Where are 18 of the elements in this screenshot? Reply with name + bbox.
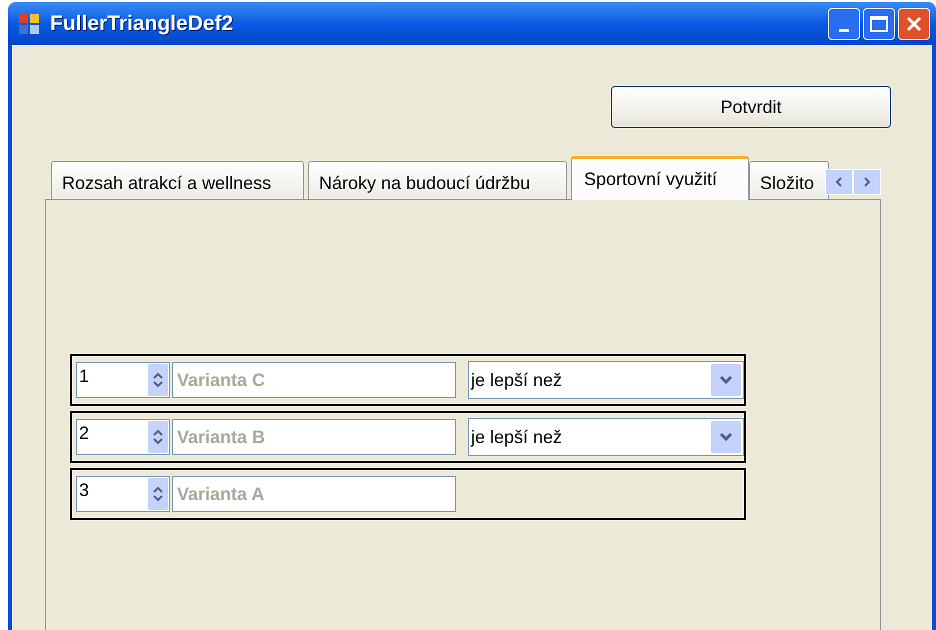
app-icon	[18, 12, 40, 34]
maximize-button[interactable]	[863, 8, 895, 40]
tab[interactable]: Rozsah atrakcí a wellness	[51, 161, 304, 199]
spin-arrows-icon	[152, 370, 164, 390]
scroll-left-button[interactable]	[825, 169, 853, 195]
tab[interactable]: Nároky na budoucí údržbu	[308, 161, 567, 199]
spin-arrows-icon	[152, 427, 164, 447]
minimize-button[interactable]	[828, 8, 860, 40]
spin-arrows-icon	[152, 484, 164, 504]
chevron-right-icon	[863, 177, 871, 187]
tab[interactable]: Složito	[749, 161, 829, 199]
tab[interactable]: Sportovní využití	[571, 156, 749, 200]
window-title: FullerTriangleDef2	[50, 10, 234, 37]
close-icon	[905, 14, 923, 32]
chevron-left-icon	[835, 177, 843, 187]
confirm-button[interactable]: Potvrdit	[611, 86, 891, 128]
scroll-right-button[interactable]	[853, 169, 881, 195]
close-button[interactable]	[898, 8, 930, 40]
